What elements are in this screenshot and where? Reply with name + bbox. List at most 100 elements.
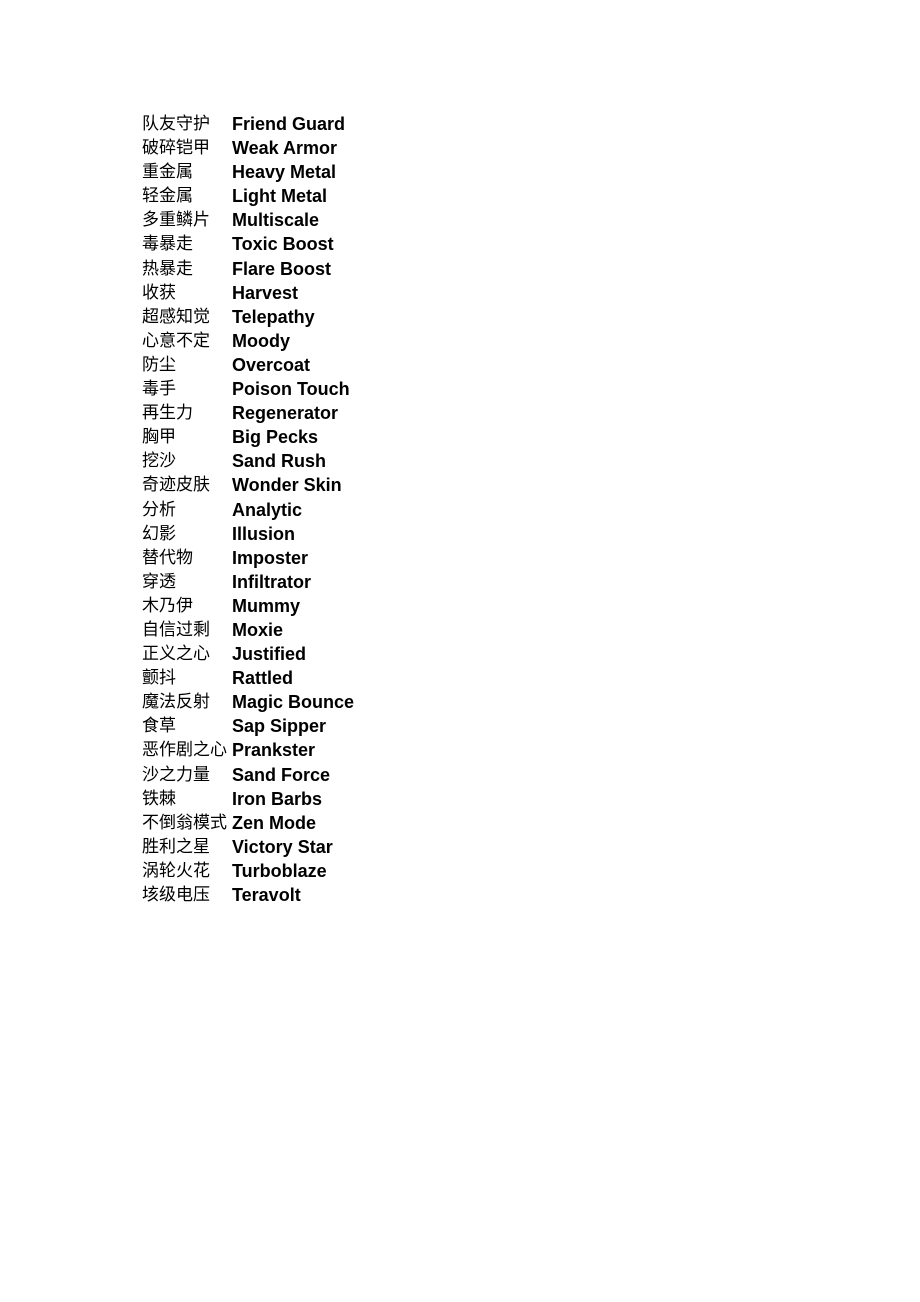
ability-english-name: Victory Star xyxy=(232,836,333,857)
ability-row: 涡轮火花 Turboblaze xyxy=(142,859,354,883)
ability-row: 颤抖 Rattled xyxy=(142,666,354,690)
ability-row: 食草 Sap Sipper xyxy=(142,714,354,738)
ability-english-name: Magic Bounce xyxy=(232,692,355,713)
ability-english-name: Illusion xyxy=(232,523,295,544)
ability-row: 重金属 Heavy Metal xyxy=(142,160,354,184)
ability-row: 分析 Analytic xyxy=(142,498,354,522)
ability-chinese-name: 挖沙 xyxy=(142,451,176,472)
ability-row: 收获 Harvest xyxy=(142,281,354,305)
ability-chinese-name: 食草 xyxy=(142,716,176,737)
ability-row: 木乃伊 Mummy xyxy=(142,594,354,618)
ability-english-name: Big Pecks xyxy=(232,427,319,448)
ability-chinese-name: 再生力 xyxy=(142,403,193,424)
ability-chinese-name: 涡轮火花 xyxy=(142,860,210,881)
ability-english-name: Sand Force xyxy=(232,764,331,785)
ability-chinese-name: 奇迹皮肤 xyxy=(142,475,210,496)
ability-chinese-name: 木乃伊 xyxy=(142,595,193,616)
ability-chinese-name: 胜利之星 xyxy=(142,836,210,857)
ability-english-name: Light Metal xyxy=(232,186,327,207)
ability-english-name: Overcoat xyxy=(232,354,311,375)
ability-row: 正义之心 Justified xyxy=(142,642,354,666)
ability-english-name: Imposter xyxy=(232,547,309,568)
ability-chinese-name: 心意不定 xyxy=(142,330,210,351)
ability-english-name: Heavy Metal xyxy=(232,162,337,183)
ability-chinese-name: 魔法反射 xyxy=(142,692,210,713)
ability-chinese-name: 替代物 xyxy=(142,547,193,568)
ability-chinese-name: 超感知觉 xyxy=(142,306,210,327)
ability-english-name: Friend Guard xyxy=(232,114,346,134)
ability-english-name: Analytic xyxy=(232,499,303,520)
ability-english-name: Harvest xyxy=(232,282,299,303)
ability-english-name: Toxic Boost xyxy=(232,234,334,255)
ability-chinese-name: 轻金属 xyxy=(142,186,193,207)
ability-chinese-name: 恶作剧之心 xyxy=(142,740,227,761)
ability-row: 沙之力量 Sand Force xyxy=(142,763,354,787)
ability-chinese-name: 不倒翁模式 xyxy=(142,812,227,833)
ability-row: 再生力 Regenerator xyxy=(142,401,354,425)
ability-chinese-name: 分析 xyxy=(142,499,176,520)
ability-chinese-name: 收获 xyxy=(142,282,176,303)
ability-english-name: Flare Boost xyxy=(232,258,332,279)
ability-english-name: Infiltrator xyxy=(232,571,311,592)
ability-chinese-name: 穿透 xyxy=(142,571,176,592)
ability-row: 自信过剩 Moxie xyxy=(142,618,354,642)
ability-chinese-name: 毒手 xyxy=(142,379,176,400)
ability-english-name: Rattled xyxy=(232,668,294,689)
ability-chinese-name: 破碎铠甲 xyxy=(142,138,210,159)
ability-row: 热暴走 Flare Boost xyxy=(142,257,354,281)
ability-row: 毒暴走 Toxic Boost xyxy=(142,232,354,256)
ability-chinese-name: 队友守护 xyxy=(142,114,210,134)
ability-english-name: Multiscale xyxy=(232,210,320,231)
ability-row: 垓级电压 Teravolt xyxy=(142,883,354,907)
ability-row: 心意不定 Moody xyxy=(142,329,354,353)
ability-english-name: Sap Sipper xyxy=(232,716,327,737)
ability-row: 毒手 Poison Touch xyxy=(142,377,354,401)
ability-row: 穿透 Infiltrator xyxy=(142,570,354,594)
ability-english-name: Weak Armor xyxy=(232,138,338,159)
ability-chinese-name: 自信过剩 xyxy=(142,619,210,640)
ability-english-name: Moody xyxy=(232,330,290,351)
ability-row: 魔法反射 Magic Bounce xyxy=(142,690,354,714)
ability-chinese-name: 颤抖 xyxy=(142,668,176,689)
ability-english-name: Justified xyxy=(232,644,307,665)
ability-row: 防尘 Overcoat xyxy=(142,353,354,377)
ability-english-name: Moxie xyxy=(232,619,284,640)
ability-english-name: Sand Rush xyxy=(232,451,327,472)
ability-row: 胜利之星 Victory Star xyxy=(142,835,354,859)
ability-chinese-name: 垓级电压 xyxy=(142,885,210,905)
ability-chinese-name: 胸甲 xyxy=(142,427,176,448)
ability-row: 不倒翁模式 Zen Mode xyxy=(142,811,354,835)
ability-row: 铁棘 Iron Barbs xyxy=(142,787,354,811)
ability-english-name: Poison Touch xyxy=(232,379,350,400)
ability-english-name: Mummy xyxy=(232,595,301,616)
ability-row: 挖沙 Sand Rush xyxy=(142,449,354,473)
ability-row: 替代物 Imposter xyxy=(142,546,354,570)
ability-english-name: Wonder Skin xyxy=(232,475,342,496)
ability-chinese-name: 沙之力量 xyxy=(142,764,210,785)
ability-row: 奇迹皮肤 Wonder Skin xyxy=(142,473,354,497)
ability-row: 超感知觉 Telepathy xyxy=(142,305,354,329)
ability-chinese-name: 正义之心 xyxy=(142,644,210,665)
ability-row: 幻影 Illusion xyxy=(142,522,354,546)
ability-chinese-name: 毒暴走 xyxy=(142,234,193,255)
ability-chinese-name: 铁棘 xyxy=(142,788,176,809)
ability-row: 多重鳞片 Multiscale xyxy=(142,208,354,232)
ability-english-name: Prankster xyxy=(232,740,316,761)
ability-row: 破碎铠甲 Weak Armor xyxy=(142,136,354,160)
ability-chinese-name: 重金属 xyxy=(142,162,193,183)
ability-english-name: Teravolt xyxy=(232,885,301,905)
ability-english-name: Iron Barbs xyxy=(232,788,323,809)
ability-english-name: Zen Mode xyxy=(232,812,316,833)
ability-row: 胸甲 Big Pecks xyxy=(142,425,354,449)
ability-chinese-name: 幻影 xyxy=(142,523,176,544)
ability-english-name: Telepathy xyxy=(232,306,315,327)
ability-row: 恶作剧之心 Prankster xyxy=(142,738,354,762)
ability-english-name: Regenerator xyxy=(232,403,339,424)
ability-chinese-name: 多重鳞片 xyxy=(142,210,210,231)
ability-row: 队友守护 Friend Guard xyxy=(142,112,354,136)
ability-list: 队友守护 Friend Guard 破碎铠甲 Weak Armor 重金属 Heavy M… xyxy=(142,112,354,907)
ability-chinese-name: 热暴走 xyxy=(142,258,193,279)
ability-chinese-name: 防尘 xyxy=(142,354,176,375)
ability-row: 轻金属 Light Metal xyxy=(142,184,354,208)
ability-english-name: Turboblaze xyxy=(232,860,327,881)
